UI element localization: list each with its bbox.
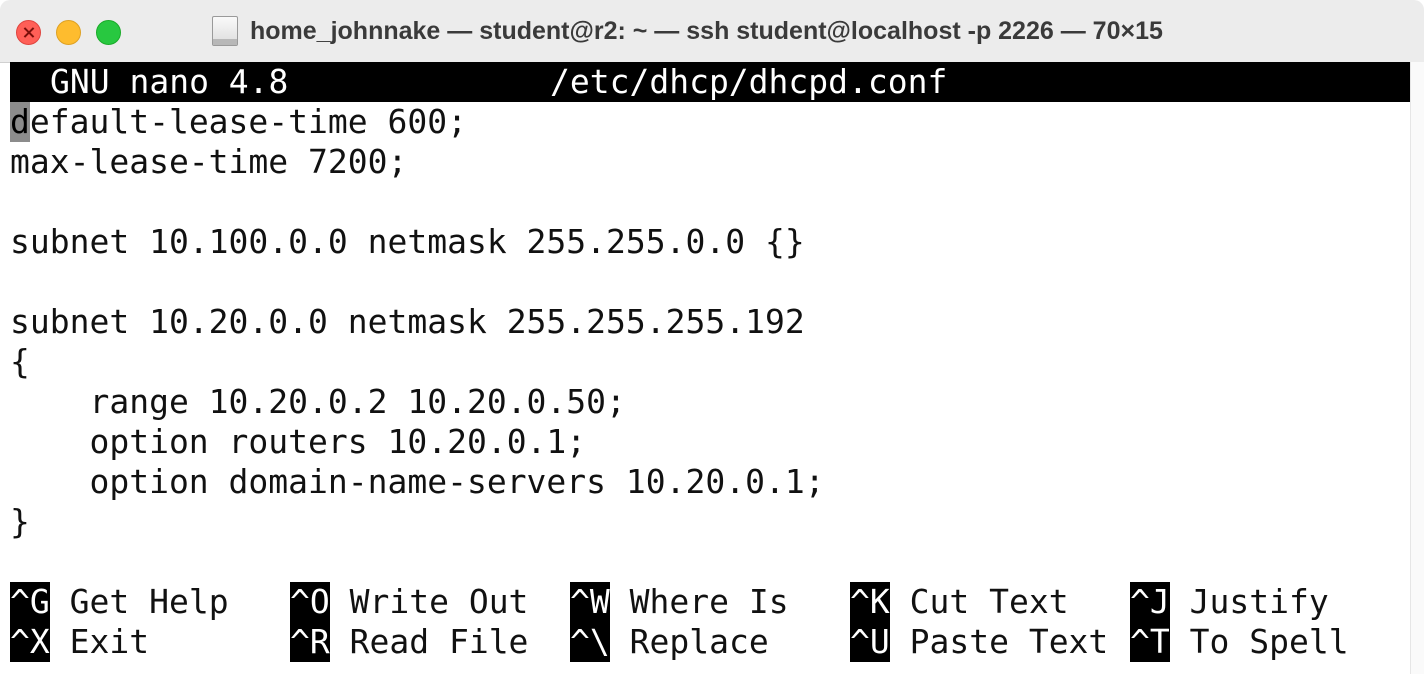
nano-filename: /etc/dhcp/dhcpd.conf — [550, 62, 948, 101]
zoom-icon[interactable] — [96, 20, 121, 45]
text-cursor: d — [10, 102, 30, 142]
scrollbar[interactable] — [1410, 62, 1424, 674]
editor-line-6[interactable]: subnet 10.20.0.0 netmask 255.255.255.192 — [10, 302, 805, 342]
shortcut-key: ^\ — [570, 622, 610, 662]
shortcut-label: Where Is — [609, 582, 789, 621]
shortcut-key: ^U — [850, 622, 890, 662]
shortcut-justify[interactable]: ^J Justify — [1130, 582, 1329, 622]
shortcut-key: ^J — [1130, 582, 1170, 622]
shortcut-where-is[interactable]: ^W Where Is — [570, 582, 789, 622]
shortcut-read-file[interactable]: ^R Read File — [290, 622, 528, 662]
shortcut-key: ^T — [1130, 622, 1170, 662]
window-title-group: home_johnnake — student@r2: ~ — ssh stud… — [212, 14, 1163, 48]
shortcut-label: Get Help — [49, 582, 229, 621]
shortcut-label: Replace — [609, 622, 769, 661]
editor-line-8[interactable]: range 10.20.0.2 10.20.0.50; — [10, 382, 625, 422]
editor-line-7[interactable]: { — [10, 342, 30, 382]
shortcut-key: ^K — [850, 582, 890, 622]
editor-line-11[interactable]: } — [10, 502, 30, 542]
shortcut-key: ^X — [10, 622, 50, 662]
shortcut-key: ^O — [290, 582, 330, 622]
shortcut-exit[interactable]: ^X Exit — [10, 622, 149, 662]
shortcut-label: Justify — [1169, 582, 1329, 621]
shortcut-label: Write Out — [329, 582, 529, 621]
shortcut-replace[interactable]: ^\ Replace — [570, 622, 769, 662]
document-icon — [212, 16, 238, 46]
editor-line-4[interactable]: subnet 10.100.0.0 netmask 255.255.0.0 {} — [10, 222, 805, 262]
terminal-content[interactable]: GNU nano 4.8 /etc/dhcp/dhcpd.conf defaul… — [10, 62, 1410, 674]
editor-line-10[interactable]: option domain-name-servers 10.20.0.1; — [10, 462, 824, 502]
shortcut-write-out[interactable]: ^O Write Out — [290, 582, 528, 622]
shortcut-to-spell[interactable]: ^T To Spell — [1130, 622, 1349, 662]
shortcut-label: Cut Text — [889, 582, 1069, 621]
nano-version: GNU nano 4.8 — [50, 62, 289, 101]
window-title: home_johnnake — student@r2: ~ — ssh stud… — [250, 16, 1163, 45]
shortcut-label: To Spell — [1169, 622, 1349, 661]
shortcut-label: Paste Text — [889, 622, 1109, 661]
close-icon[interactable] — [16, 20, 41, 45]
terminal-window: home_johnnake — student@r2: ~ — ssh stud… — [0, 0, 1424, 674]
minimize-icon[interactable] — [56, 20, 81, 45]
shortcut-key: ^G — [10, 582, 50, 622]
title-bar[interactable]: home_johnnake — student@r2: ~ — ssh stud… — [0, 0, 1424, 63]
shortcut-label: Read File — [329, 622, 529, 661]
nano-header: GNU nano 4.8 /etc/dhcp/dhcpd.conf — [10, 62, 1410, 102]
shortcut-get-help[interactable]: ^G Get Help — [10, 582, 229, 622]
shortcut-cut-text[interactable]: ^K Cut Text — [850, 582, 1069, 622]
shortcut-paste-text[interactable]: ^U Paste Text — [850, 622, 1108, 662]
editor-line-1[interactable]: default-lease-time 600; — [10, 102, 467, 142]
shortcut-label: Exit — [49, 622, 150, 661]
shortcut-key: ^W — [570, 582, 610, 622]
shortcut-key: ^R — [290, 622, 330, 662]
editor-line-1-text: efault-lease-time 600; — [29, 102, 467, 141]
editor-line-2[interactable]: max-lease-time 7200; — [10, 142, 407, 182]
editor-line-9[interactable]: option routers 10.20.0.1; — [10, 422, 586, 462]
